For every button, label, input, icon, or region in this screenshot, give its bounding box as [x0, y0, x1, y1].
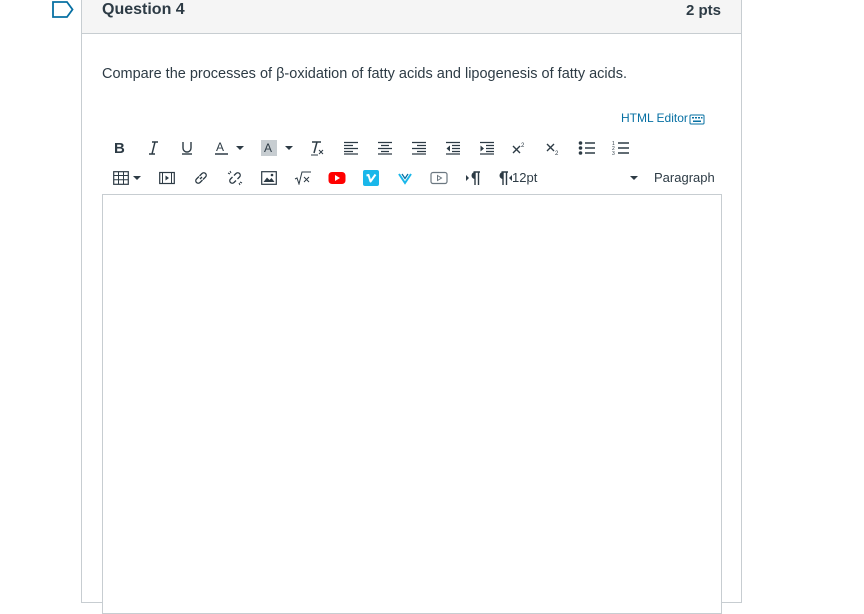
block-format-value: Paragraph	[654, 170, 715, 185]
indent-icon	[480, 141, 494, 155]
rich-text-editor-area[interactable]	[102, 194, 722, 614]
vimeo-button[interactable]	[358, 164, 384, 192]
keyboard-icon	[689, 114, 705, 125]
v-icon	[398, 173, 412, 185]
media-button[interactable]	[154, 164, 180, 192]
unlink-icon	[227, 170, 243, 186]
question-text: Compare the processes of β-oxidation of …	[102, 66, 627, 82]
superscript-icon: 2	[512, 143, 525, 154]
youtube-icon	[328, 172, 346, 184]
align-right-button[interactable]	[406, 134, 432, 162]
link-button[interactable]	[188, 164, 214, 192]
svg-text:B: B	[114, 140, 125, 156]
chevron-down-icon	[285, 146, 293, 150]
math-equation-icon	[294, 171, 311, 185]
svg-text:3: 3	[612, 151, 615, 156]
italic-button[interactable]	[140, 134, 166, 162]
question-title: Question 4	[102, 1, 185, 18]
v-button[interactable]	[392, 164, 418, 192]
align-left-button[interactable]	[338, 134, 364, 162]
outdent-button[interactable]	[440, 134, 466, 162]
media-icon	[159, 171, 175, 185]
ltr-icon	[466, 171, 480, 185]
clear-formatting-button[interactable]	[304, 134, 330, 162]
italic-icon	[149, 141, 158, 155]
question-card: Question 4 2 pts Compare the processes o…	[81, 0, 742, 614]
chevron-down-icon	[133, 176, 141, 180]
indent-button[interactable]	[474, 134, 500, 162]
bold-icon: B	[114, 140, 125, 156]
align-center-icon	[378, 141, 392, 155]
numbered-list-icon: 1 2 3	[612, 141, 629, 156]
block-format-select[interactable]: Paragraph	[654, 164, 726, 192]
clear-formatting-icon	[311, 141, 324, 156]
math-equation-button[interactable]	[290, 164, 316, 192]
ltr-button[interactable]	[460, 164, 486, 192]
font-size-value: 12pt	[512, 170, 538, 185]
youtube-button[interactable]	[324, 164, 350, 192]
chevron-down-icon	[630, 176, 638, 180]
font-size-select[interactable]: 12pt	[512, 164, 638, 192]
bullet-list-button[interactable]	[574, 134, 600, 162]
bullet-list-icon	[578, 141, 595, 155]
svg-text:A: A	[216, 140, 224, 154]
bold-button[interactable]: B	[106, 134, 132, 162]
superscript-button[interactable]: 2	[506, 134, 532, 162]
background-color-icon: A	[261, 140, 277, 156]
align-center-button[interactable]	[372, 134, 398, 162]
subscript-icon: 2	[546, 143, 559, 155]
text-color-button[interactable]: A	[208, 134, 250, 162]
html-editor-toggle[interactable]: HTML Editor	[621, 111, 705, 125]
image-icon	[261, 171, 277, 185]
flag-question-icon[interactable]	[52, 1, 74, 23]
outdent-icon	[446, 141, 460, 155]
video-icon	[430, 171, 448, 185]
unlink-button[interactable]	[222, 164, 248, 192]
html-editor-label: HTML Editor	[621, 111, 688, 125]
background-color-button[interactable]: A	[256, 134, 298, 162]
underline-icon	[182, 142, 192, 155]
svg-text:2: 2	[521, 143, 525, 149]
image-button[interactable]	[256, 164, 282, 192]
question-points: 2 pts	[685, 2, 721, 19]
question-header: Question 4 2 pts	[82, 0, 741, 34]
video-button[interactable]	[426, 164, 452, 192]
text-color-icon: A	[215, 140, 228, 155]
numbered-list-button[interactable]: 1 2 3	[608, 134, 634, 162]
table-button[interactable]	[110, 164, 144, 192]
link-icon	[195, 172, 207, 184]
toolbar-row-1: B A A 2 2 1 2 3	[102, 134, 722, 162]
underline-button[interactable]	[174, 134, 200, 162]
toolbar-row-2: 12pt Paragraph	[102, 164, 722, 192]
vimeo-icon	[363, 170, 379, 186]
table-icon	[113, 171, 129, 185]
svg-text:2: 2	[555, 151, 559, 155]
align-right-icon	[412, 141, 426, 155]
align-left-icon	[344, 141, 358, 155]
chevron-down-icon	[236, 146, 244, 150]
subscript-button[interactable]: 2	[540, 134, 566, 162]
svg-text:A: A	[264, 141, 272, 155]
rtl-icon	[499, 171, 512, 185]
